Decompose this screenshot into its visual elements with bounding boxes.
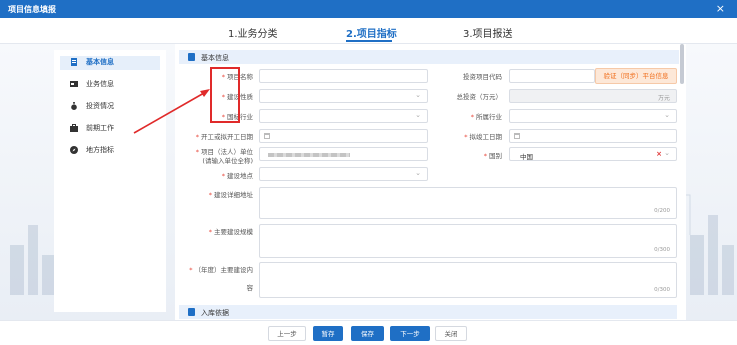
- location-label: * 建设地点: [180, 172, 253, 181]
- sidebar-item-label: 投资情况: [86, 102, 114, 110]
- sidebar-item-investment[interactable]: 投资情况: [60, 100, 160, 114]
- chevron-down-icon: ⌄: [415, 111, 421, 119]
- sidebar-item-label: 地方指标: [86, 146, 114, 154]
- vertical-scrollbar[interactable]: [680, 44, 684, 84]
- required-mark: *: [195, 148, 199, 156]
- prev-step-button[interactable]: 上一步: [268, 326, 306, 341]
- country-select[interactable]: 中国 × ⌄: [509, 147, 677, 161]
- annotation-highlight-box: [210, 67, 240, 123]
- section-title: 入库依据: [201, 309, 229, 317]
- sidebar-item-basic-info[interactable]: 基本信息: [60, 56, 160, 70]
- label-text-continued: 容: [246, 284, 254, 292]
- document-icon: [188, 53, 195, 61]
- label-text: 国别: [489, 152, 502, 160]
- label-text: 开工或拟开工日期: [201, 133, 253, 141]
- active-step-underline: [346, 40, 392, 42]
- project-code-input[interactable]: [509, 69, 595, 83]
- briefcase-icon: [70, 124, 78, 132]
- scale-label: * 主要建设规模: [180, 228, 253, 237]
- required-mark: *: [470, 113, 474, 121]
- step-project-submission[interactable]: 3.项目报送: [463, 25, 513, 40]
- section-header-basic-info: 基本信息: [179, 50, 679, 64]
- unit-label: 万元: [657, 95, 670, 102]
- save-draft-button[interactable]: 暂存: [313, 326, 343, 341]
- label-text: 所属行业: [476, 113, 502, 121]
- redacted-value: [268, 153, 350, 157]
- start-date-picker[interactable]: [259, 129, 428, 143]
- label-text: 项目（法人）单位: [201, 148, 253, 156]
- verify-platform-button[interactable]: 验证（同步）平台信息: [595, 68, 677, 84]
- calendar-icon: [264, 133, 270, 139]
- footer-bar: 上一步 暂存 保存 下一步 关闭: [0, 320, 737, 345]
- construction-nature-select[interactable]: ⌄: [259, 89, 428, 103]
- clear-icon[interactable]: ×: [656, 150, 662, 158]
- country-value: 中国: [520, 153, 533, 161]
- label-text: 主要建设规模: [214, 228, 253, 236]
- compass-icon: [70, 146, 78, 154]
- window-title: 项目信息填报: [8, 5, 56, 14]
- total-investment-label: 总投资（万元）: [456, 93, 503, 101]
- completion-date-label: * 拟竣工日期: [430, 133, 502, 142]
- legal-unit-label: * 项目（法人）单位 (请输入单位全称): [180, 148, 253, 166]
- required-mark: *: [464, 133, 468, 141]
- sidebar-item-preliminary-work[interactable]: 前期工作: [60, 122, 160, 136]
- location-select[interactable]: ⌄: [259, 167, 428, 181]
- sidebar-item-label: 业务信息: [86, 80, 114, 88]
- project-name-input[interactable]: [259, 69, 428, 83]
- close-button[interactable]: 关闭: [435, 326, 467, 341]
- save-button[interactable]: 保存: [351, 326, 384, 341]
- sidebar-item-label: 前期工作: [86, 124, 114, 132]
- calendar-icon: [514, 133, 520, 139]
- address-label: * 建设详细地址: [180, 191, 253, 200]
- step-project-indicators[interactable]: 2.项目指标: [346, 25, 397, 40]
- card-icon: [70, 81, 78, 87]
- chevron-down-icon: ⌄: [415, 91, 421, 99]
- total-investment-field: 万元: [509, 89, 677, 103]
- required-mark: *: [195, 133, 199, 141]
- required-mark: *: [208, 228, 212, 236]
- sidebar: 基本信息 业务信息 投资情况 前期工作 地方指标: [54, 50, 166, 312]
- start-date-label: * 开工或拟开工日期: [180, 133, 253, 142]
- label-text: 拟竣工日期: [469, 133, 503, 141]
- label-text: 建设地点: [227, 172, 253, 180]
- sidebar-item-label: 基本信息: [86, 58, 114, 66]
- content-label: * （年度）主要建设内 容: [180, 266, 253, 293]
- address-textarea[interactable]: 0/200: [259, 187, 677, 219]
- scale-textarea[interactable]: 0/300: [259, 224, 677, 258]
- sidebar-item-business-info[interactable]: 业务信息: [60, 78, 160, 92]
- document-icon: [188, 308, 195, 316]
- completion-date-picker[interactable]: [509, 129, 677, 143]
- required-mark: *: [221, 172, 225, 180]
- chevron-down-icon: ⌄: [664, 149, 670, 157]
- char-counter: 0/200: [654, 208, 670, 214]
- required-mark: *: [208, 191, 212, 199]
- close-icon[interactable]: ×: [716, 2, 725, 15]
- section-title: 基本信息: [201, 54, 229, 62]
- industry-label: * 所属行业: [430, 113, 502, 122]
- label-hint: (请输入单位全称): [202, 157, 253, 165]
- project-code-label: 投资项目代码: [463, 73, 502, 81]
- section-header-storage-basis[interactable]: 入库依据: [179, 305, 677, 319]
- char-counter: 0/300: [654, 247, 670, 253]
- step-business-category[interactable]: 1.业务分类: [228, 25, 278, 40]
- chevron-down-icon: ⌄: [664, 111, 670, 119]
- required-mark: *: [189, 266, 193, 274]
- content-textarea[interactable]: 0/300: [259, 262, 677, 298]
- legal-unit-input[interactable]: [259, 147, 428, 161]
- window-titlebar: 项目信息填报 ×: [0, 0, 737, 18]
- required-mark: *: [483, 152, 487, 160]
- document-icon: [71, 58, 77, 66]
- label-text: （年度）主要建设内: [194, 266, 254, 274]
- char-counter: 0/300: [654, 287, 670, 293]
- chevron-down-icon: ⌄: [415, 169, 421, 177]
- national-industry-select[interactable]: ⌄: [259, 109, 428, 123]
- label-text: 建设详细地址: [214, 191, 253, 199]
- money-bag-icon: [71, 102, 77, 110]
- sidebar-item-local-indicators[interactable]: 地方指标: [60, 144, 160, 158]
- industry-select[interactable]: ⌄: [509, 109, 677, 123]
- next-step-button[interactable]: 下一步: [390, 326, 430, 341]
- country-label: * 国别: [430, 152, 502, 161]
